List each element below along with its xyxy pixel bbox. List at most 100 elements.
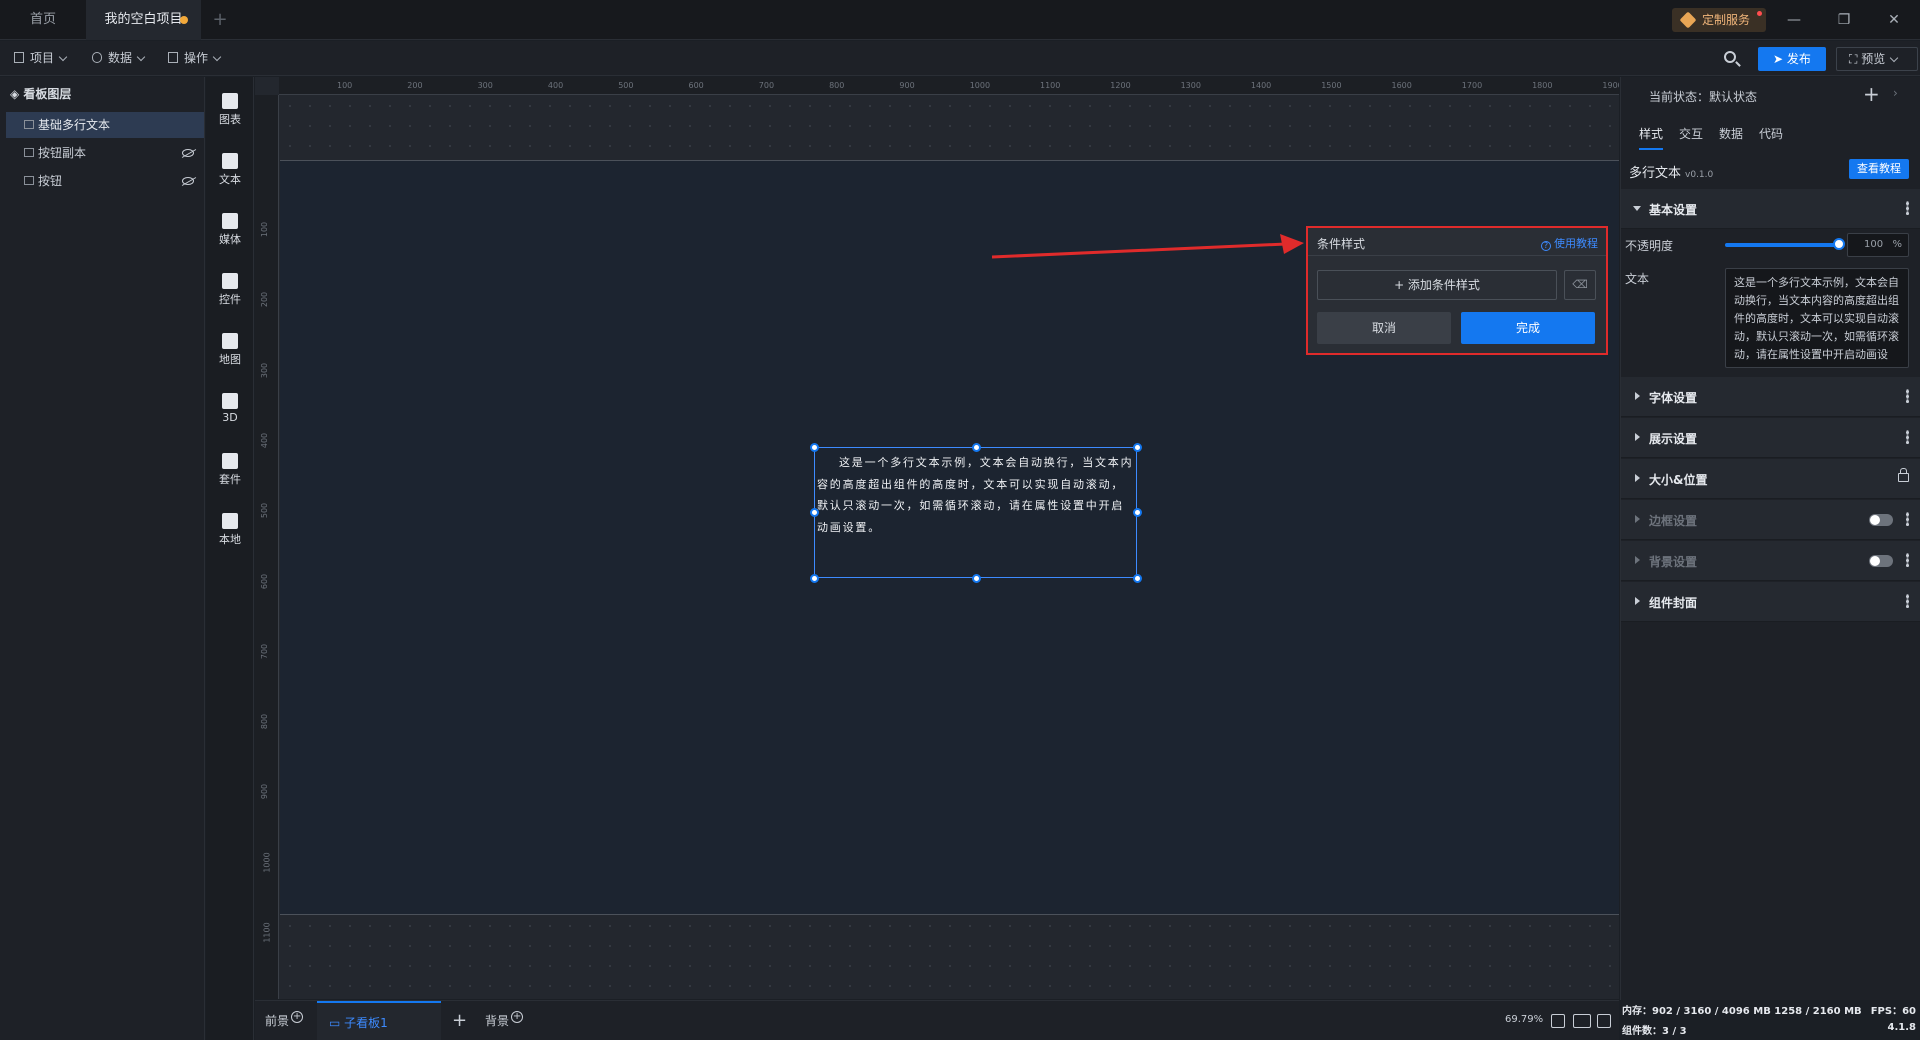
chevron-right-icon[interactable]: › xyxy=(1893,86,1898,100)
toolbar: 项目 数据 操作 ➤ 发布 ⛶ 预览 xyxy=(0,41,1920,76)
search-button[interactable] xyxy=(1720,47,1744,71)
ruler-top: 100 200 300 400 500 600 700 800 900 1000 1100 1200 1… xyxy=(279,77,1619,95)
chevron-down-icon xyxy=(136,52,146,62)
component-label: 媒体 xyxy=(219,233,241,246)
opacity-slider-track[interactable] xyxy=(1725,243,1841,247)
text-input[interactable]: 这是一个多行文本示例，文本会自动换行，当文本内容的高度超出组件的高度时，文本可以… xyxy=(1725,268,1909,368)
component-text[interactable]: 文本 xyxy=(206,147,254,197)
layer-item[interactable]: 按钮副本 xyxy=(6,140,204,166)
ruler-tick-label: 1000 xyxy=(262,852,272,873)
tab-interaction[interactable]: 交互 xyxy=(1679,125,1703,142)
publish-button[interactable]: ➤ 发布 xyxy=(1758,47,1826,71)
resize-handle[interactable] xyxy=(1133,443,1142,452)
component-label: 套件 xyxy=(219,473,241,486)
opacity-input[interactable]: 100 % xyxy=(1847,233,1909,257)
tab-home[interactable]: 首页 xyxy=(0,0,86,40)
layer-label: 按钮副本 xyxy=(38,146,87,160)
hidden-eye-icon[interactable] xyxy=(182,177,194,185)
component-3d[interactable]: 3D xyxy=(206,387,254,437)
terminal-icon[interactable] xyxy=(1597,1014,1611,1028)
done-button[interactable]: 完成 xyxy=(1461,312,1595,344)
section-display[interactable]: 展示设置 xyxy=(1621,418,1920,458)
chevron-down-icon xyxy=(1633,206,1641,211)
section-basic[interactable]: 基本设置 xyxy=(1621,189,1920,229)
keyboard-icon[interactable] xyxy=(1573,1014,1591,1028)
add-board-button[interactable]: + xyxy=(452,1001,467,1040)
project-menu[interactable]: 项目 xyxy=(14,41,68,76)
resize-handle[interactable] xyxy=(972,443,981,452)
more-icon[interactable] xyxy=(1906,201,1909,215)
background-toggle[interactable] xyxy=(1869,555,1893,567)
multiline-text-content: 这是一个多行文本示例，文本会自动换行，当文本内容的高度超出组件的高度时，文本可以… xyxy=(817,456,1134,534)
component-controls[interactable]: 控件 xyxy=(206,267,254,317)
resize-handle[interactable] xyxy=(810,574,819,583)
condition-style-popup: 条件样式 ? 使用教程 + 添加条件样式 ⌫ 取消 完成 xyxy=(1306,226,1608,355)
unsaved-dot-icon xyxy=(180,16,188,24)
text-layer-icon xyxy=(24,120,34,129)
add-tab-button[interactable]: + xyxy=(208,0,232,40)
resize-handle[interactable] xyxy=(810,443,819,452)
layer-item[interactable]: 基础多行文本 xyxy=(6,112,204,138)
button-layer-icon xyxy=(24,148,34,157)
component-media[interactable]: 媒体 xyxy=(206,207,254,257)
resize-handle[interactable] xyxy=(1133,574,1142,583)
ruler-tick-label: 1100 xyxy=(262,922,272,943)
component-charts[interactable]: 图表 xyxy=(206,87,254,137)
component-map[interactable]: 地图 xyxy=(206,327,254,377)
lock-icon[interactable] xyxy=(1898,468,1909,482)
custom-service-label: 定制服务 xyxy=(1702,13,1751,27)
more-icon[interactable] xyxy=(1906,512,1909,526)
close-button[interactable]: ✕ xyxy=(1882,8,1906,32)
add-circle-icon[interactable]: + xyxy=(511,1011,524,1023)
ruler-tick-label: 1900 xyxy=(1602,81,1619,90)
data-menu[interactable]: 数据 xyxy=(92,41,146,76)
resize-handle[interactable] xyxy=(810,508,819,517)
component-title-label: 多行文本 xyxy=(1629,166,1682,181)
section-background[interactable]: 背景设置 xyxy=(1621,541,1920,581)
annotation-arrow xyxy=(991,234,1304,259)
section-size-position[interactable]: 大小&位置 xyxy=(1621,459,1920,499)
tab-code[interactable]: 代码 xyxy=(1759,125,1783,142)
resize-handle[interactable] xyxy=(1133,508,1142,517)
sub-board-tab[interactable]: ▭ 子看板1 xyxy=(317,1001,441,1040)
background-tab[interactable]: 背景 + xyxy=(485,1001,524,1040)
opacity-value: 100 xyxy=(1864,239,1884,250)
more-icon[interactable] xyxy=(1906,553,1909,567)
opacity-slider-thumb[interactable] xyxy=(1833,238,1845,250)
section-cover[interactable]: 组件封面 xyxy=(1621,582,1920,622)
foreground-tab[interactable]: 前景 + xyxy=(265,1001,304,1040)
multiline-text-component[interactable]: 这是一个多行文本示例，文本会自动换行，当文本内容的高度超出组件的高度时，文本可以… xyxy=(810,443,1142,583)
border-toggle[interactable] xyxy=(1869,514,1893,526)
custom-service-button[interactable]: 定制服务 xyxy=(1672,8,1766,32)
ops-menu[interactable]: 操作 xyxy=(168,41,222,76)
preview-button[interactable]: ⛶ 预览 xyxy=(1836,47,1918,71)
more-icon[interactable] xyxy=(1906,389,1909,403)
section-font[interactable]: 字体设置 xyxy=(1621,377,1920,417)
tab-style[interactable]: 样式 xyxy=(1639,125,1664,150)
add-condition-style-button[interactable]: + 添加条件样式 xyxy=(1317,270,1557,300)
cancel-button[interactable]: 取消 xyxy=(1317,312,1451,344)
clear-icon[interactable]: ⌫ xyxy=(1564,270,1596,300)
tutorial-link[interactable]: ? 使用教程 xyxy=(1541,235,1598,251)
grid-icon xyxy=(168,52,178,63)
fit-screen-icon[interactable] xyxy=(1551,1014,1565,1028)
add-circle-icon[interactable]: + xyxy=(291,1011,304,1023)
component-local[interactable]: 本地 xyxy=(206,507,254,557)
add-state-button[interactable]: + xyxy=(1863,82,1880,106)
document-icon xyxy=(14,52,24,63)
minimize-button[interactable]: — xyxy=(1782,8,1806,32)
section-border[interactable]: 边框设置 xyxy=(1621,500,1920,540)
chevron-right-icon xyxy=(1635,392,1640,400)
view-tutorial-button[interactable]: 查看教程 xyxy=(1849,159,1909,179)
resize-handle[interactable] xyxy=(972,574,981,583)
tab-data[interactable]: 数据 xyxy=(1719,125,1743,142)
restore-button[interactable]: ❐ xyxy=(1832,8,1856,32)
component-title: 多行文本 v0.1.0 xyxy=(1629,162,1713,181)
more-icon[interactable] xyxy=(1906,430,1909,444)
layer-item[interactable]: 按钮 xyxy=(6,168,204,194)
more-icon[interactable] xyxy=(1906,594,1909,608)
ruler-tick-label: 100 xyxy=(260,221,270,238)
help-icon: ? xyxy=(1541,241,1551,251)
component-kit[interactable]: 套件 xyxy=(206,447,254,497)
hidden-eye-icon[interactable] xyxy=(182,149,194,157)
